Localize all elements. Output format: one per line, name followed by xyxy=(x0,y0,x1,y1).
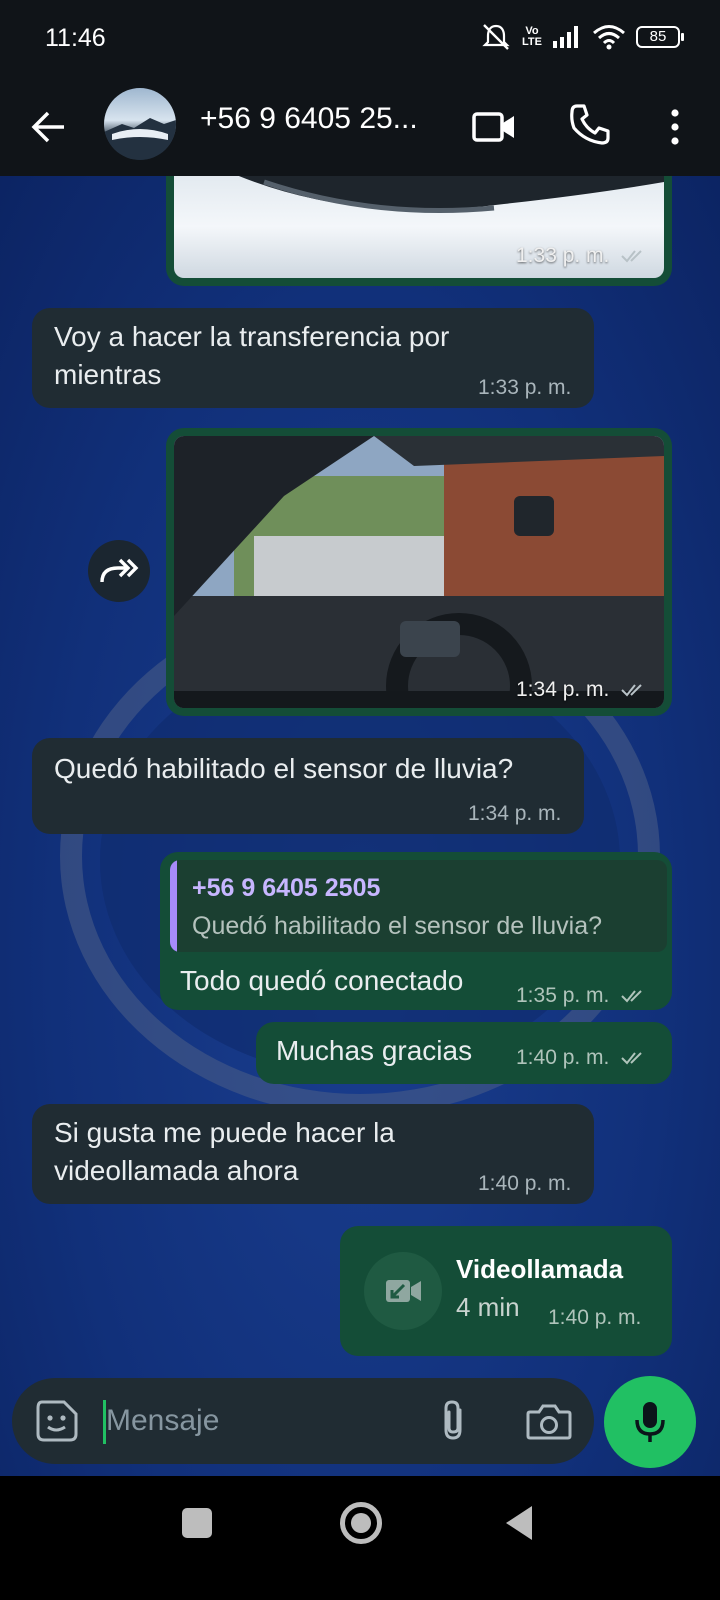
message-text: Quedó habilitado el sensor de lluvia? xyxy=(54,753,514,784)
message-time: 1:40 p. m. xyxy=(516,1046,651,1070)
message-input-container[interactable] xyxy=(12,1378,594,1464)
message-text-line: videollamada ahora xyxy=(54,1155,299,1186)
volte-icon: Vo LTE xyxy=(522,26,542,48)
forward-icon xyxy=(100,558,139,583)
wifi-icon xyxy=(593,25,625,50)
read-ticks-icon xyxy=(621,684,642,697)
sticker-icon[interactable] xyxy=(34,1398,80,1444)
nav-back-icon[interactable] xyxy=(506,1506,532,1540)
message-text: Voy a hacer la transferencia por mientra… xyxy=(54,318,449,394)
avatar-photo xyxy=(104,118,176,160)
chat-header: +56 9 6405 25... xyxy=(0,80,720,176)
message-time: 1:40 p. m. xyxy=(548,1306,642,1329)
time-label: 1:40 p. m. xyxy=(516,1046,610,1069)
time-label: 1:33 p. m. xyxy=(516,244,610,267)
mute-icon xyxy=(482,24,510,50)
call-icon-circle xyxy=(364,1252,442,1330)
message-in[interactable]: Si gusta me puede hacer la videollamada … xyxy=(32,1104,594,1204)
composer xyxy=(0,1376,720,1476)
video-call-icon xyxy=(386,1280,421,1302)
quoted-text: Quedó habilitado el sensor de lluvia? xyxy=(192,912,602,940)
message-text: Muchas gracias xyxy=(276,1035,473,1066)
forward-button[interactable] xyxy=(88,540,150,602)
message-time: 1:33 p. m. xyxy=(478,376,572,399)
camera-icon[interactable] xyxy=(524,1398,574,1444)
status-icons: Vo LTE 85 xyxy=(480,22,684,52)
home-icon[interactable] xyxy=(340,1502,382,1544)
message-text: Todo quedó conectado xyxy=(180,965,464,996)
message-image-out[interactable]: 1:33 p. m. xyxy=(166,176,672,286)
message-time: 1:33 p. m. xyxy=(516,244,651,268)
quoted-message[interactable]: +56 9 6405 2505 Quedó habilitado el sens… xyxy=(170,860,667,952)
photo-content xyxy=(174,436,664,708)
mic-button[interactable] xyxy=(604,1376,696,1468)
call-title: Videollamada xyxy=(456,1254,624,1284)
back-arrow-icon[interactable] xyxy=(24,102,74,152)
message-reply-out[interactable]: +56 9 6405 2505 Quedó habilitado el sens… xyxy=(160,852,672,1010)
message-text-line: Voy a hacer la transferencia por xyxy=(54,321,450,352)
quoted-sender: +56 9 6405 2505 xyxy=(192,874,381,902)
more-vert-icon[interactable] xyxy=(655,102,695,152)
message-time: 1:34 p. m. xyxy=(468,802,562,825)
message-text-line: Si gusta me puede hacer la xyxy=(54,1117,395,1148)
time-label: 1:35 p. m. xyxy=(516,984,610,1007)
message-in[interactable]: Voy a hacer la transferencia por mientra… xyxy=(32,308,594,408)
message-time: 1:34 p. m. xyxy=(516,678,651,702)
message-input[interactable] xyxy=(106,1396,406,1446)
call-log-bubble[interactable]: Videollamada 4 min 1:40 p. m. xyxy=(340,1226,672,1356)
read-ticks-icon xyxy=(621,990,642,1003)
message-text-line: mientras xyxy=(54,359,162,390)
battery-icon: 85 xyxy=(636,26,684,48)
attach-icon[interactable] xyxy=(432,1398,476,1444)
contact-name[interactable]: +56 9 6405 25... xyxy=(200,102,418,136)
signal-icon xyxy=(553,26,578,48)
mic-icon xyxy=(635,1402,665,1442)
status-time: 11:46 xyxy=(45,24,106,52)
system-nav-bar xyxy=(0,1476,720,1600)
car-interior-photo[interactable] xyxy=(174,436,664,708)
quote-accent-bar xyxy=(170,860,177,952)
message-out[interactable]: Muchas gracias 1:40 p. m. xyxy=(256,1022,672,1084)
read-ticks-icon xyxy=(621,1052,642,1065)
message-time: 1:35 p. m. xyxy=(516,984,651,1008)
message-time: 1:40 p. m. xyxy=(478,1172,572,1195)
chat-messages[interactable]: 1:33 p. m. Voy a hacer la transferencia … xyxy=(0,176,720,1476)
phone-icon[interactable] xyxy=(565,100,615,150)
contact-avatar[interactable] xyxy=(104,88,176,160)
read-ticks-icon xyxy=(621,250,642,263)
volte-bottom-label: LTE xyxy=(522,36,542,48)
time-label: 1:34 p. m. xyxy=(516,678,610,701)
call-duration: 4 min xyxy=(456,1292,520,1322)
recents-icon[interactable] xyxy=(182,1508,212,1538)
message-image-out[interactable]: 1:34 p. m. xyxy=(166,428,672,716)
message-in[interactable]: Quedó habilitado el sensor de lluvia? 1:… xyxy=(32,738,584,834)
video-call-icon[interactable] xyxy=(470,102,520,152)
message-text: Si gusta me puede hacer la videollamada … xyxy=(54,1114,395,1190)
status-bar: 11:46 Vo LTE 85 xyxy=(0,0,720,80)
